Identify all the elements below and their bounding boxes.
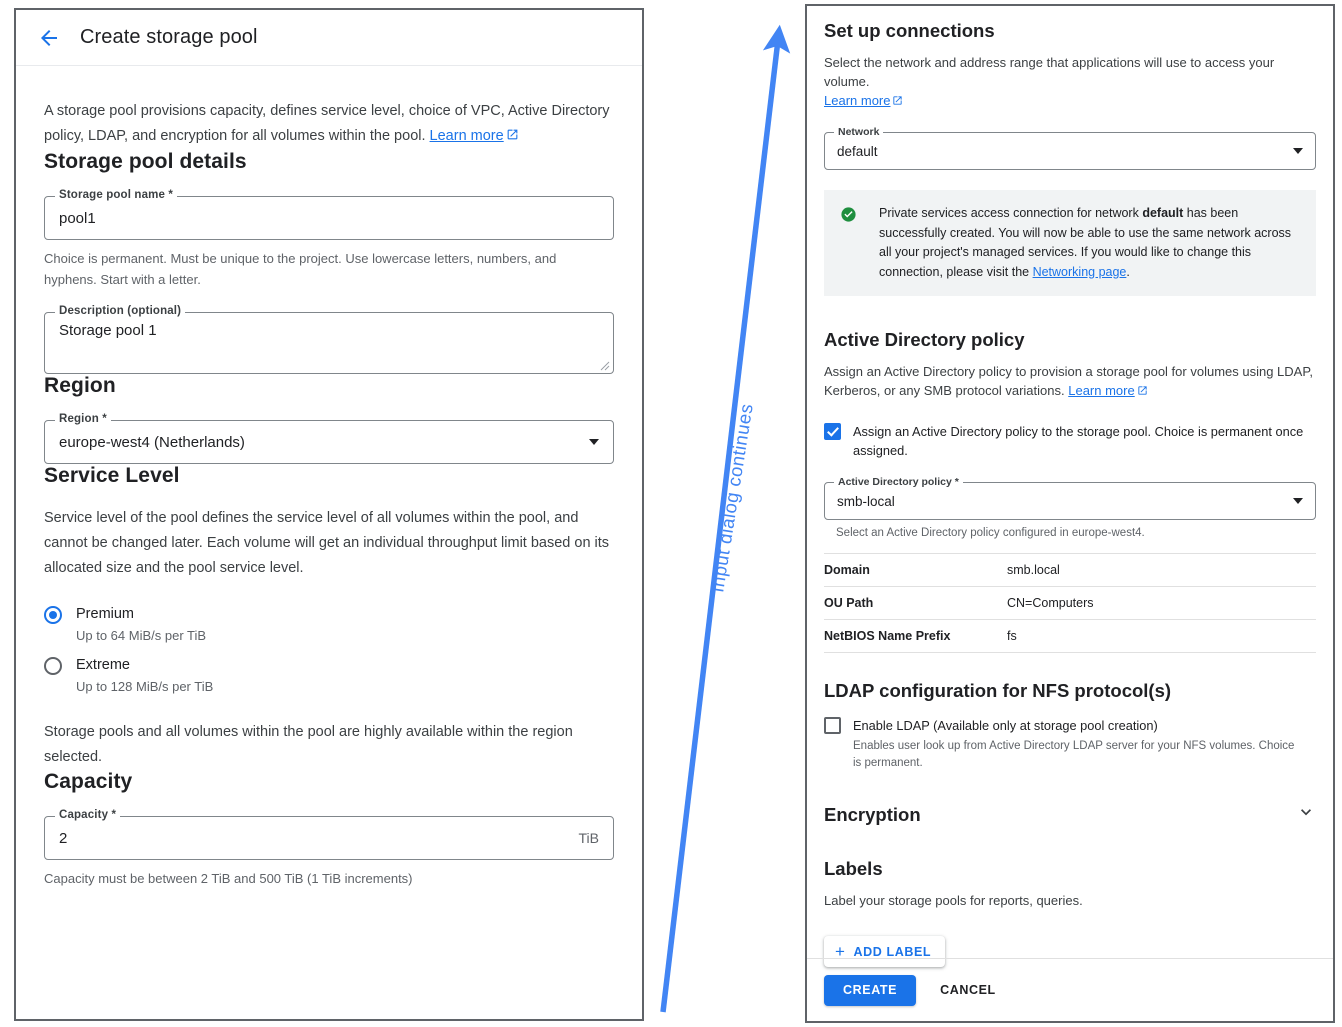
create-storage-pool-panel-continued: Set up connections Select the network an… [805, 4, 1335, 1023]
check-circle-icon [840, 206, 857, 282]
network-value: default [837, 143, 878, 159]
region-value: europe-west4 (Netherlands) [59, 433, 245, 451]
table-value: CN=Computers [1007, 586, 1316, 620]
ad-policy-description: Assign an Active Directory policy to pro… [824, 362, 1316, 401]
back-arrow-icon[interactable] [36, 25, 62, 51]
panel-header: Create storage pool [16, 10, 642, 66]
external-link-icon [506, 125, 519, 150]
capacity-label: Capacity * [55, 809, 121, 821]
description-value: Storage pool 1 [59, 322, 157, 339]
table-row: OU Path CN=Computers [824, 586, 1316, 620]
assign-ad-policy-checkbox[interactable] [824, 423, 841, 440]
capacity-field[interactable]: Capacity * 2 TiB [44, 809, 614, 860]
right-panel-body: Set up connections Select the network an… [807, 6, 1333, 967]
storage-pool-details-heading: Storage pool details [44, 150, 247, 173]
capacity-unit: TiB [578, 830, 599, 846]
storage-pool-name-value: pool1 [59, 209, 96, 227]
chevron-down-icon [1293, 148, 1303, 154]
table-key: OU Path [824, 586, 1007, 620]
service-level-option-extreme[interactable]: Extreme Up to 128 MiB/s per TiB [44, 656, 614, 694]
chevron-down-icon [589, 439, 599, 445]
resize-grip-icon [600, 361, 610, 371]
radio-extreme-sub: Up to 128 MiB/s per TiB [76, 679, 214, 694]
radio-premium-icon[interactable] [44, 606, 62, 624]
assign-ad-policy-label: Assign an Active Directory policy to the… [853, 424, 1304, 458]
intro-text: A storage pool provisions capacity, defi… [44, 99, 614, 150]
labels-description: Label your storage pools for reports, qu… [824, 893, 1083, 908]
network-label: Network [834, 126, 884, 138]
region-heading: Region [44, 374, 116, 397]
storage-pool-name-label: Storage pool name * [55, 189, 178, 201]
ad-policy-select-helper: Select an Active Directory policy config… [836, 527, 1145, 539]
networking-page-link[interactable]: Networking page [1033, 265, 1127, 279]
labels-heading: Labels [824, 858, 883, 879]
cancel-button[interactable]: CANCEL [929, 975, 1007, 1006]
radio-premium-label: Premium [76, 606, 135, 622]
table-value: fs [1007, 619, 1316, 653]
external-link-icon [1137, 382, 1148, 401]
table-key: NetBIOS Name Prefix [824, 619, 1007, 653]
ad-policy-learn-more-link[interactable]: Learn more [1068, 383, 1134, 398]
capacity-heading: Capacity [44, 770, 133, 793]
notice-text: Private services access connection for n… [879, 204, 1300, 282]
set-up-connections-heading: Set up connections [824, 20, 995, 41]
ldap-configuration-heading: LDAP configuration for NFS protocol(s) [824, 680, 1172, 701]
intro-learn-more-link[interactable]: Learn more [430, 128, 504, 144]
external-link-icon [892, 92, 903, 111]
table-value: smb.local [1007, 553, 1316, 587]
annotation-label: Input dialog continues [706, 401, 757, 594]
encryption-section-toggle[interactable]: Encryption [824, 802, 1316, 827]
create-button[interactable]: CREATE [824, 974, 917, 1006]
connections-description: Select the network and address range tha… [824, 53, 1316, 111]
table-row: NetBIOS Name Prefix fs [824, 619, 1316, 653]
availability-note: Storage pools and all volumes within the… [44, 724, 573, 765]
screenshot-root: Create storage pool A storage pool provi… [0, 0, 1342, 1027]
notice-text-before: Private services access connection for n… [879, 206, 1143, 220]
service-level-heading: Service Level [44, 464, 180, 487]
ad-policy-select-label: Active Directory policy * [834, 476, 963, 488]
active-directory-policy-heading: Active Directory policy [824, 329, 1025, 350]
service-level-radio-group: Premium Up to 64 MiB/s per TiB Extreme U… [44, 605, 614, 694]
panel-body: A storage pool provisions capacity, defi… [16, 99, 642, 889]
encryption-heading: Encryption [824, 803, 921, 825]
radio-premium-sub: Up to 64 MiB/s per TiB [76, 628, 207, 643]
enable-ldap-label: Enable LDAP (Available only at storage p… [853, 718, 1158, 733]
create-storage-pool-panel: Create storage pool A storage pool provi… [14, 8, 644, 1021]
page-title: Create storage pool [80, 26, 258, 48]
chevron-down-icon[interactable] [1296, 802, 1316, 827]
radio-extreme-icon[interactable] [44, 657, 62, 675]
capacity-value: 2 [59, 829, 68, 847]
private-services-access-notice: Private services access connection for n… [824, 190, 1316, 296]
connections-learn-more-link[interactable]: Learn more [824, 93, 890, 108]
storage-pool-name-helper: Choice is permanent. Must be unique to t… [44, 251, 557, 287]
assign-ad-policy-checkbox-row[interactable]: Assign an Active Directory policy to the… [824, 422, 1316, 460]
intro-sentence: A storage pool provisions capacity, defi… [44, 103, 610, 144]
chevron-down-icon [1293, 498, 1303, 504]
capacity-helper: Capacity must be between 2 TiB and 500 T… [44, 871, 413, 886]
table-key: Domain [824, 553, 1007, 587]
enable-ldap-checkbox-row[interactable]: Enable LDAP (Available only at storage p… [824, 716, 1316, 772]
service-level-description: Service level of the pool defines the se… [44, 510, 610, 576]
active-directory-policy-select[interactable]: Active Directory policy * smb-local [824, 476, 1316, 520]
enable-ldap-helper: Enables user look up from Active Directo… [853, 740, 1295, 769]
connections-description-text: Select the network and address range tha… [824, 55, 1275, 89]
add-label-button-text: ADD LABEL [853, 944, 932, 959]
dialog-footer: CREATE CANCEL [807, 958, 1333, 1021]
description-field[interactable]: Description (optional) Storage pool 1 [44, 305, 614, 374]
notice-network-name: default [1142, 206, 1184, 220]
service-level-option-premium[interactable]: Premium Up to 64 MiB/s per TiB [44, 605, 614, 643]
region-label: Region * [55, 413, 111, 425]
description-label: Description (optional) [55, 305, 186, 317]
network-select[interactable]: Network default [824, 126, 1316, 170]
enable-ldap-checkbox[interactable] [824, 717, 841, 734]
storage-pool-name-field[interactable]: Storage pool name * pool1 [44, 189, 614, 240]
notice-text-after: . [1126, 264, 1130, 279]
ad-policy-select-value: smb-local [837, 493, 895, 509]
ad-policy-details-table: Domain smb.local OU Path CN=Computers Ne… [824, 553, 1316, 653]
radio-extreme-label: Extreme [76, 657, 130, 673]
region-select[interactable]: Region * europe-west4 (Netherlands) [44, 413, 614, 464]
table-row: Domain smb.local [824, 553, 1316, 587]
